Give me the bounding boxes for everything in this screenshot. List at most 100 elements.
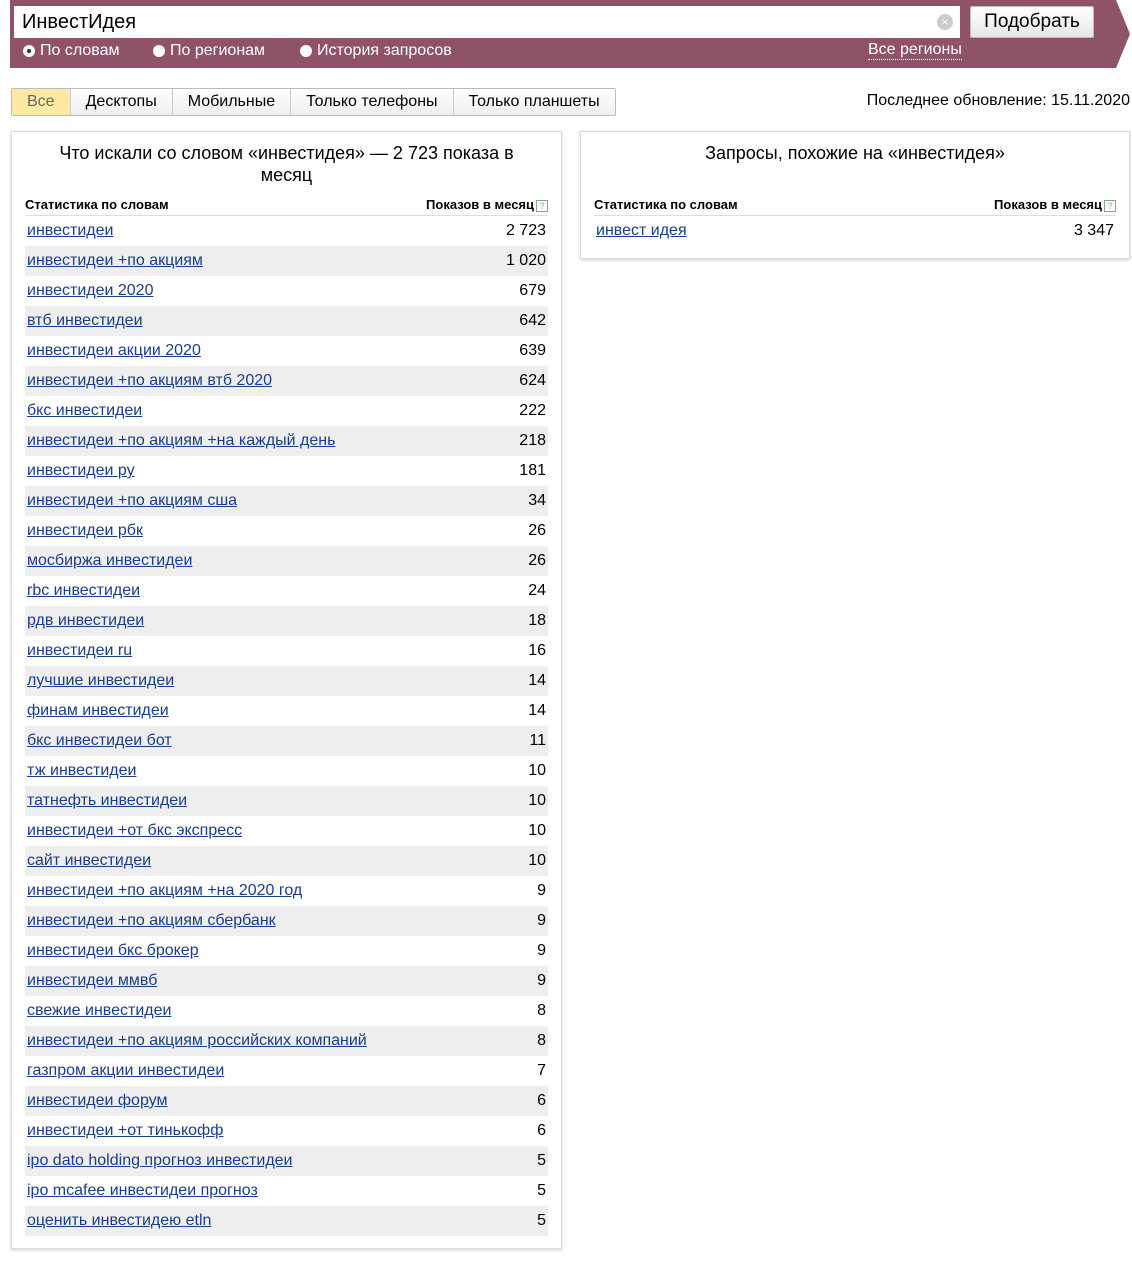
help-icon[interactable]: ? [1104, 200, 1116, 212]
table-row: инвестидеи рбк 26 [25, 516, 548, 546]
table-row: инвест идея 3 347 [594, 216, 1116, 246]
query-link[interactable]: тж инвестидеи [27, 756, 136, 786]
query-link[interactable]: мосбиржа инвестидеи [27, 546, 192, 576]
query-link[interactable]: татнефть инвестидеи [27, 786, 187, 816]
table-row: инвестидеи ммвб 9 [25, 966, 548, 996]
mode-label: По регионам [170, 42, 266, 59]
tab-tablets[interactable]: Только планшеты [453, 89, 615, 115]
impressions-count: 5 [537, 1182, 546, 1199]
query-link[interactable]: лучшие инвестидеи [27, 666, 174, 696]
clear-icon[interactable]: × [937, 14, 953, 30]
col-words: Статистика по словам [594, 197, 738, 212]
mode-history[interactable]: История запросов [300, 42, 452, 60]
word-stats-panel: Что искали со словом «инвестидея» — 2 72… [11, 131, 562, 1249]
table-row: свежие инвестидеи 8 [25, 996, 548, 1026]
query-link[interactable]: инвестидеи форум [27, 1086, 167, 1116]
query-link[interactable]: ipo mcafee инвестидеи прогноз [27, 1176, 258, 1206]
table-row: татнефть инвестидеи 10 [25, 786, 548, 816]
table-row: инвестидеи бкс брокер 9 [25, 936, 548, 966]
impressions-count: 639 [519, 342, 546, 359]
impressions-count: 10 [528, 852, 546, 869]
impressions-count: 24 [528, 582, 546, 599]
impressions-count: 6 [537, 1092, 546, 1109]
query-link[interactable]: инвестидеи +по акциям сбербанк [27, 906, 276, 936]
table-row: оценить инвестидею etln 5 [25, 1206, 548, 1236]
impressions-count: 14 [528, 672, 546, 689]
query-link[interactable]: инвестидеи бкс брокер [27, 936, 199, 966]
query-link[interactable]: втб инвестидеи [27, 306, 143, 336]
tab-desktops[interactable]: Десктопы [70, 89, 173, 115]
impressions-count: 14 [528, 702, 546, 719]
table-row: инвестидеи +по акциям втб 2020 624 [25, 366, 548, 396]
help-icon[interactable]: ? [536, 200, 548, 212]
impressions-count: 10 [528, 762, 546, 779]
table-row: инвестидеи акции 2020 639 [25, 336, 548, 366]
query-link[interactable]: рдв инвестидеи [27, 606, 144, 636]
submit-button[interactable]: Подобрать [970, 6, 1094, 38]
mode-by-regions[interactable]: По регионам [153, 42, 265, 60]
impressions-count: 222 [519, 402, 546, 419]
mode-by-words[interactable]: По словам [23, 42, 119, 60]
query-link[interactable]: инвестидеи [27, 216, 113, 246]
regions-link[interactable]: Все регионы [868, 41, 962, 60]
impressions-count: 9 [537, 912, 546, 929]
query-link[interactable]: инвестидеи рбк [27, 516, 143, 546]
search-input[interactable]: ИнвестИдея [14, 6, 960, 38]
table-row: инвестидеи 2 723 [25, 216, 548, 246]
query-link[interactable]: инвестидеи акции 2020 [27, 336, 201, 366]
impressions-count: 11 [529, 732, 546, 749]
query-link[interactable]: финам инвестидеи [27, 696, 169, 726]
table-row: тж инвестидеи 10 [25, 756, 548, 786]
query-link[interactable]: rbc инвестидеи [27, 576, 140, 606]
tab-all[interactable]: Все [12, 89, 71, 115]
query-link[interactable]: инвестидеи +по акциям [27, 246, 203, 276]
table-row: инвестидеи +от тинькофф 6 [25, 1116, 548, 1146]
query-link[interactable]: инвестидеи +от бкс экспресс [27, 816, 242, 846]
query-link[interactable]: инвестидеи +по акциям +на 2020 год [27, 876, 302, 906]
impressions-count: 642 [519, 312, 546, 329]
tab-mobile[interactable]: Мобильные [172, 89, 292, 115]
query-link[interactable]: инвестидеи 2020 [27, 276, 153, 306]
table-row: инвестидеи 2020 679 [25, 276, 548, 306]
query-link[interactable]: сайт инвестидеи [27, 846, 151, 876]
panel-title: Запросы, похожие на «инвестидея» [705, 143, 1005, 163]
table-row: мосбиржа инвестидеи 26 [25, 546, 548, 576]
similar-queries-panel: Запросы, похожие на «инвестидея» Статист… [580, 131, 1130, 259]
impressions-count: 7 [537, 1062, 546, 1079]
impressions-count: 218 [519, 432, 546, 449]
query-link[interactable]: инвестидеи +по акциям +на каждый день [27, 426, 335, 456]
query-link[interactable]: инвестидеи +от тинькофф [27, 1116, 223, 1146]
table-row: rbc инвестидеи 24 [25, 576, 548, 606]
impressions-count: 5 [537, 1212, 546, 1229]
table-row: инвестидеи +по акциям сбербанк 9 [25, 906, 548, 936]
query-link[interactable]: инвест идея [596, 216, 687, 246]
query-link[interactable]: бкс инвестидеи бот [27, 726, 172, 756]
impressions-count: 34 [528, 492, 546, 509]
query-link[interactable]: инвестидеи +по акциям втб 2020 [27, 366, 272, 396]
impressions-count: 10 [528, 822, 546, 839]
query-link[interactable]: бкс инвестидеи [27, 396, 142, 426]
mode-label: История запросов [317, 42, 452, 59]
query-link[interactable]: инвестидеи +по акциям сша [27, 486, 237, 516]
impressions-count: 9 [537, 972, 546, 989]
table-row: финам инвестидеи 14 [25, 696, 548, 726]
query-link[interactable]: инвестидеи ру [27, 456, 135, 486]
query-link[interactable]: инвестидеи ru [27, 636, 132, 666]
query-link[interactable]: свежие инвестидеи [27, 996, 171, 1026]
impressions-count: 9 [537, 942, 546, 959]
search-bar-arrow [1116, 0, 1130, 68]
query-link[interactable]: оценить инвестидею etln [27, 1206, 211, 1236]
query-link[interactable]: газпром акции инвестидеи [27, 1056, 224, 1086]
table-row: лучшие инвестидеи 14 [25, 666, 548, 696]
impressions-count: 26 [528, 522, 546, 539]
tab-phones[interactable]: Только телефоны [291, 89, 454, 115]
impressions-count: 16 [528, 642, 546, 659]
impressions-count: 624 [519, 372, 546, 389]
impressions-count: 8 [537, 1002, 546, 1019]
query-link[interactable]: ipo dato holding прогноз инвестидеи [27, 1146, 293, 1176]
query-link[interactable]: инвестидеи ммвб [27, 966, 157, 996]
impressions-count: 3 347 [1073, 222, 1114, 239]
query-link[interactable]: инвестидеи +по акциям российских компани… [27, 1026, 367, 1056]
table-header: Статистика по словам Показов в месяц? [594, 188, 1116, 216]
table-row: инвестидеи +по акциям российских компани… [25, 1026, 548, 1056]
